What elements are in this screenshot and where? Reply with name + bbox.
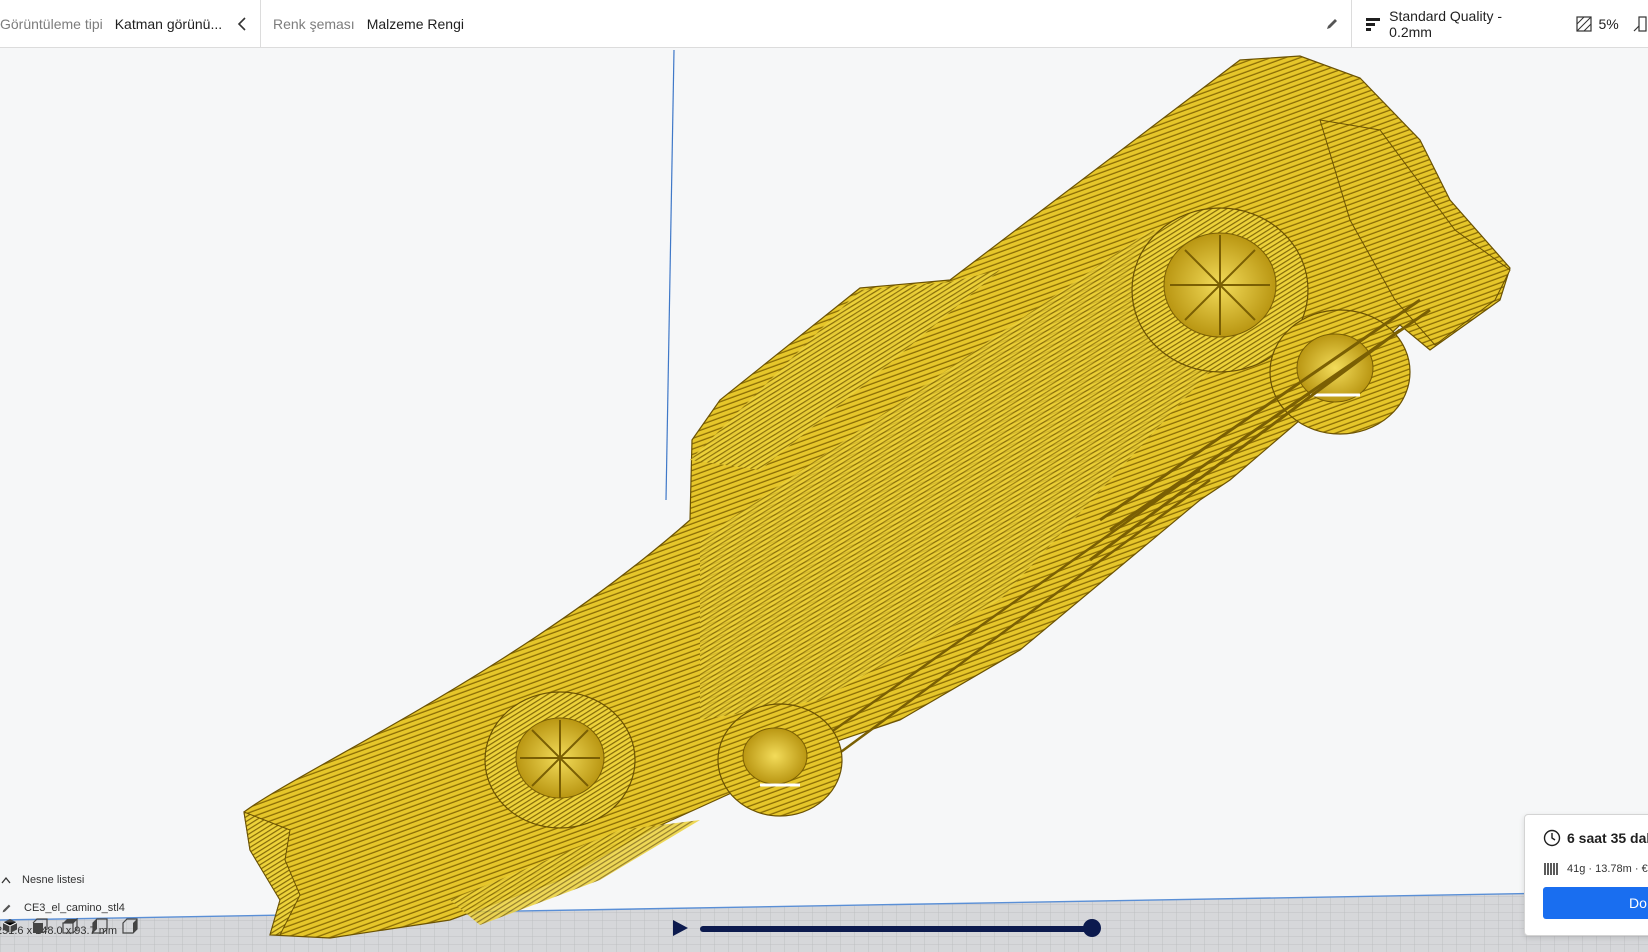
pencil-icon — [0, 902, 12, 914]
save-to-disk-button[interactable]: Do — [1543, 887, 1648, 919]
quality-settings-icon — [1364, 15, 1381, 33]
print-time: 6 saat 35 dak — [1567, 830, 1648, 846]
material-usage: 41g · 13.78m · € — [1567, 863, 1648, 875]
sliced-model — [243, 55, 1511, 939]
layer-view-scene — [0, 49, 1648, 952]
view-type-label: Görüntüleme tipi — [0, 16, 103, 32]
3d-viewport[interactable]: Nesne listesi CE3_el_camino_stl4 251.6 x… — [0, 48, 1648, 952]
top-view-icon[interactable] — [60, 916, 80, 936]
chevron-left-icon[interactable] — [234, 16, 250, 32]
toolbar-divider — [260, 0, 261, 48]
top-toolbar: Görüntüleme tipi Katman görünü... Renk ş… — [0, 0, 1648, 48]
filament-icon — [1543, 861, 1559, 877]
material-row: 41g · 13.78m · € — [1543, 861, 1648, 877]
support-icon — [1633, 15, 1648, 33]
layer-slider-handle[interactable] — [1083, 919, 1101, 937]
infill-icon — [1575, 15, 1592, 33]
object-list-item[interactable]: CE3_el_camino_stl4 — [0, 902, 125, 914]
front-view-icon[interactable] — [30, 916, 50, 936]
object-list-header: Nesne listesi — [22, 874, 85, 886]
object-name: CE3_el_camino_stl4 — [24, 902, 125, 914]
right-view-icon[interactable] — [120, 916, 140, 936]
play-simulation-button[interactable] — [670, 918, 690, 938]
quality-profile: Standard Quality - 0.2mm — [1389, 8, 1503, 40]
print-time-row[interactable]: 6 saat 35 dak — [1543, 829, 1648, 847]
layer-slider-track[interactable] — [700, 926, 1092, 932]
infill-value: 5% — [1598, 16, 1619, 32]
play-icon — [673, 920, 688, 936]
view-type-value: Katman görünü... — [114, 16, 223, 32]
save-button-label: Do — [1629, 895, 1647, 911]
color-scheme-selector[interactable]: Renk şeması Malzeme Rengi — [273, 0, 1333, 48]
object-list-toggle[interactable]: Nesne listesi — [0, 874, 84, 886]
3d-view-icon[interactable] — [0, 916, 20, 936]
clock-icon — [1543, 829, 1561, 847]
color-scheme-value: Malzeme Rengi — [366, 16, 464, 32]
chevron-up-icon — [0, 874, 12, 886]
build-plate — [0, 893, 1648, 952]
z-axis-line — [665, 49, 675, 501]
toolbar-divider — [1351, 0, 1352, 48]
print-info-panel: 6 saat 35 dak 41g · 13.78m · € Do — [1524, 814, 1648, 936]
color-scheme-label: Renk şeması — [273, 16, 355, 32]
view-type-selector[interactable]: Görüntüleme tipi Katman görünü... — [0, 0, 255, 48]
pencil-icon[interactable] — [1324, 16, 1340, 32]
print-settings-button[interactable]: Standard Quality - 0.2mm 5% — [1364, 0, 1648, 48]
left-view-icon[interactable] — [90, 916, 110, 936]
view-orientation-buttons — [0, 916, 140, 936]
